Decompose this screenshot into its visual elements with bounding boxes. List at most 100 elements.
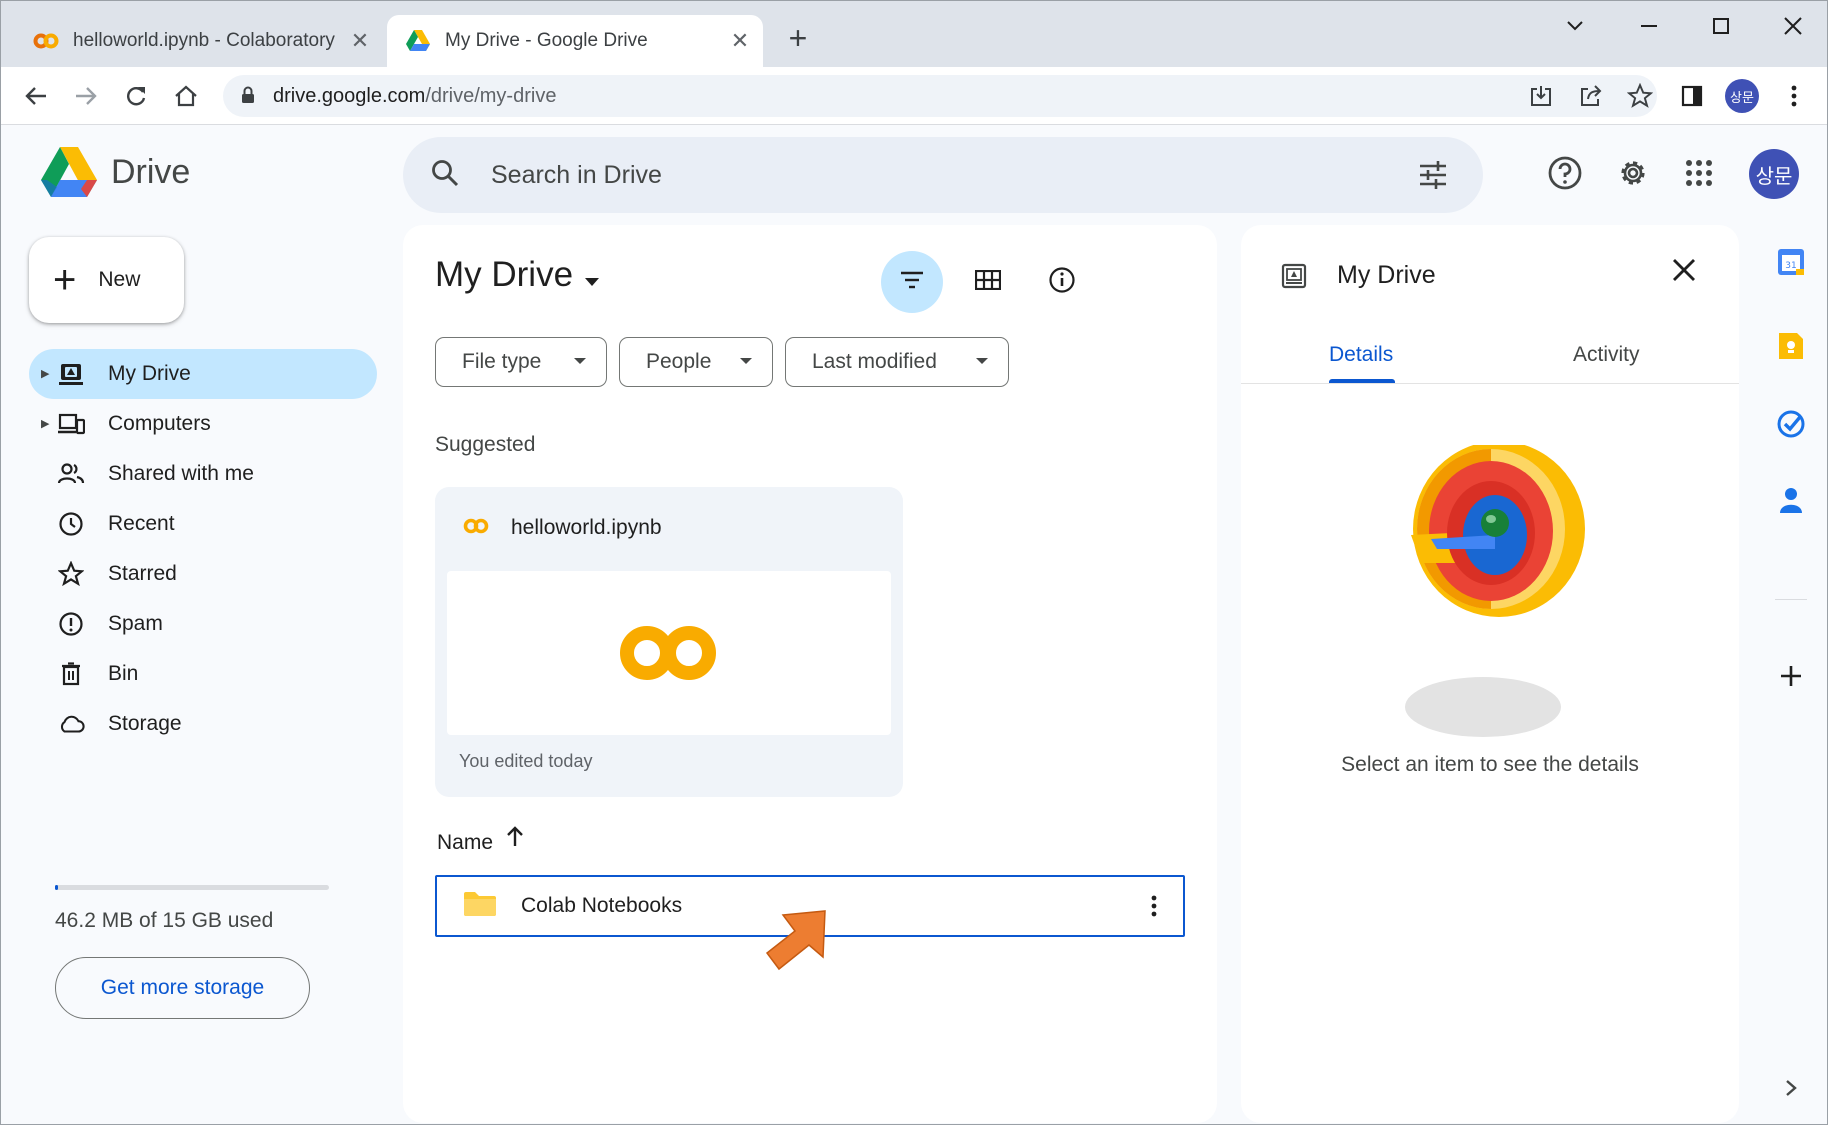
tab-search-icon[interactable] [1547,9,1603,43]
search-options-icon[interactable] [1417,159,1449,196]
storage-usage-fill [55,885,58,890]
url-host: drive.google.com [273,85,426,107]
home-icon[interactable] [167,77,205,115]
profile-avatar[interactable]: 상문 [1723,77,1761,115]
expand-caret-icon[interactable]: ▶ [41,367,49,380]
filter-chip-people[interactable]: People [619,337,773,387]
suggested-heading: Suggested [435,433,536,456]
suggested-file-card[interactable]: helloworld.ipynb You edited today [435,487,903,797]
sidebar-item-bin[interactable]: Bin [29,649,377,699]
close-tab-icon[interactable]: ✕ [725,26,755,56]
suggested-file-name: helloworld.ipynb [511,516,662,539]
sidebar-item-computers[interactable]: ▶ Computers [29,399,377,449]
calendar-icon[interactable]: 31 [1770,241,1812,283]
storage-usage-bar [55,885,329,890]
side-panel-icon[interactable] [1673,77,1711,115]
sort-column-name[interactable]: Name [437,831,493,855]
shared-icon [57,461,85,487]
share-icon[interactable] [1579,84,1603,113]
drive-logo[interactable]: Drive [41,147,190,197]
minimize-button[interactable] [1621,9,1677,43]
tasks-icon[interactable] [1770,403,1812,445]
search-bar[interactable]: Search in Drive [403,137,1483,213]
chevron-right-icon[interactable] [1770,1067,1812,1109]
keep-icon[interactable] [1770,325,1812,367]
new-tab-button[interactable]: + [781,22,815,57]
suggested-file-subtitle: You edited today [459,751,593,771]
my-drive-icon [1281,263,1307,294]
close-window-button[interactable] [1765,9,1821,43]
url-text: drive.google.com/drive/my-drive [273,85,556,108]
sidebar-item-spam[interactable]: Spam [29,599,377,649]
filter-chip-last-modified[interactable]: Last modified [785,337,1009,387]
search-icon[interactable] [429,157,461,194]
maximize-button[interactable] [1693,9,1749,43]
reload-icon[interactable] [117,77,155,115]
help-icon[interactable] [1545,153,1585,193]
spam-icon [57,611,85,637]
details-hint: Select an item to see the details [1341,753,1639,776]
drive-logo-icon [41,147,97,197]
folder-icon [463,891,497,922]
forward-icon[interactable] [67,77,105,115]
back-icon[interactable] [17,77,55,115]
filter-toggle-button[interactable] [881,251,943,313]
grid-view-button[interactable] [957,251,1019,313]
sidebar-item-storage[interactable]: Storage [29,699,377,749]
tab-title: My Drive - Google Drive [445,30,648,51]
bookmark-star-icon[interactable] [1626,82,1654,114]
install-icon[interactable] [1529,84,1553,113]
close-tab-icon[interactable]: ✕ [345,26,375,56]
tab-colab[interactable]: helloworld.ipynb - Colaboratory ✕ [15,15,383,67]
caret-down-icon [574,358,586,364]
search-input[interactable]: Search in Drive [491,161,662,190]
storage-usage-text: 46.2 MB of 15 GB used [55,909,274,932]
sidebar-item-label: Bin [108,662,139,685]
sidebar-item-starred[interactable]: Starred [29,549,377,599]
empty-details-illustration [1391,441,1591,750]
file-thumbnail [447,571,891,735]
sidebar-item-my-drive[interactable]: ▶ My Drive [29,349,377,399]
apps-grid-icon[interactable] [1679,153,1719,193]
settings-gear-icon[interactable] [1613,153,1653,193]
browser-menu-icon[interactable] [1775,77,1813,115]
sidebar-item-label: Shared with me [108,462,254,485]
colab-icon [33,28,59,54]
tab-strip: helloworld.ipynb - Colaboratory ✕ My Dri… [1,1,1827,67]
sidebar-item-label: Recent [108,512,175,535]
file-name: Colab Notebooks [521,894,683,917]
drive-app: Drive Search in Drive 상문 + New ▶ My Driv… [1,125,1827,1124]
sidebar-item-recent[interactable]: Recent [29,499,377,549]
sidebar-item-label: Storage [108,712,182,735]
close-icon[interactable] [1671,257,1697,288]
url-path: /drive/my-drive [425,85,557,107]
sidebar-item-shared-with-me[interactable]: Shared with me [29,449,377,499]
plus-icon: + [53,258,77,302]
drive-logo-text: Drive [111,152,191,191]
tab-title: helloworld.ipynb - Colaboratory [73,30,335,51]
new-button-label: New [98,268,141,291]
page-title: My Drive [435,255,574,294]
add-app-icon[interactable] [1770,655,1812,697]
annotation-arrow-icon [763,909,833,976]
tab-details[interactable]: Details [1329,343,1393,367]
view-details-button[interactable] [1031,251,1093,313]
expand-caret-icon[interactable]: ▶ [41,417,49,430]
tab-activity[interactable]: Activity [1573,343,1640,367]
details-panel: My Drive Details Activity Select an item… [1241,225,1739,1123]
sort-ascending-icon[interactable] [505,825,525,852]
new-button[interactable]: + New [29,237,184,323]
account-avatar[interactable]: 상문 [1749,149,1799,199]
filter-chip-file-type[interactable]: File type [435,337,607,387]
info-icon [1048,266,1076,299]
more-actions-icon[interactable] [1151,895,1157,922]
address-bar[interactable]: drive.google.com/drive/my-drive [223,75,1657,117]
contacts-icon[interactable] [1770,479,1812,521]
page-title-dropdown[interactable]: My Drive [435,255,600,295]
tab-drive[interactable]: My Drive - Google Drive ✕ [387,15,763,67]
filter-chip-label: Last modified [812,350,937,373]
get-more-storage-button[interactable]: Get more storage [55,957,310,1019]
drive-icon [405,28,431,54]
filter-chip-label: File type [462,350,542,373]
rail-divider [1775,599,1807,600]
